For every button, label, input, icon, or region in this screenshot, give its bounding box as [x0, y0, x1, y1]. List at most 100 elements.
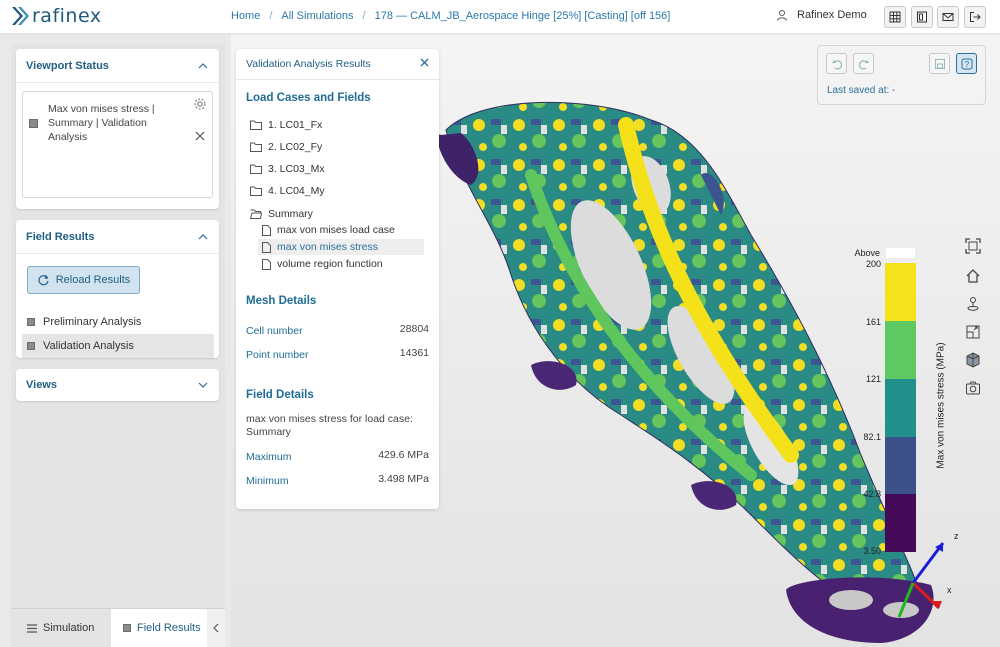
tree-folder-lc03[interactable]: 3. LC03_Mx	[250, 161, 325, 177]
save-button[interactable]	[929, 53, 950, 74]
redo-button[interactable]	[853, 53, 874, 74]
tab-field-results[interactable]: Field Results	[111, 609, 207, 647]
tree-field-label: max von mises load case	[277, 224, 395, 236]
user-icon	[777, 10, 787, 21]
chevron-down-icon[interactable]	[197, 379, 209, 391]
minimum-value: 3.498 MPa	[378, 473, 429, 485]
fit-view-icon	[965, 238, 981, 254]
tree-field-max-von-mises-stress[interactable]: max von mises stress	[258, 239, 424, 255]
last-saved-status: Last saved at: -	[827, 85, 896, 96]
table-view-button[interactable]	[884, 6, 906, 28]
collapse-panel-button[interactable]	[207, 609, 225, 647]
close-icon[interactable]	[195, 131, 205, 144]
load-cases-title: Load Cases and Fields	[246, 92, 371, 104]
top-bar: rafinex Home / All Simulations / 178 — C…	[0, 0, 1000, 34]
save-icon	[934, 58, 945, 69]
home-view-button[interactable]	[963, 266, 983, 286]
chevron-left-icon	[213, 623, 219, 633]
gear-icon[interactable]	[193, 97, 207, 114]
logout-icon	[970, 12, 981, 22]
logout-button[interactable]	[964, 6, 986, 28]
entry-color-swatch	[29, 119, 38, 128]
tree-folder-lc04[interactable]: 4. LC04_My	[250, 183, 325, 199]
tree-field-max-von-mises-load-case[interactable]: max von mises load case	[262, 222, 395, 238]
reload-results-button[interactable]: Reload Results	[27, 266, 140, 294]
validation-results-panel: Validation Analysis Results Load Cases a…	[236, 49, 439, 509]
document-icon	[917, 11, 927, 23]
tree-field-volume-region-function[interactable]: volume region function	[262, 256, 383, 272]
folder-open-icon	[250, 209, 262, 219]
reset-view-icon	[967, 297, 979, 311]
field-results-header[interactable]: Field Results	[16, 220, 219, 254]
perspective-icon	[966, 352, 980, 368]
tree-folder-lc02[interactable]: 2. LC02_Fy	[250, 139, 322, 155]
legend-tick: 82.1	[863, 432, 881, 442]
tree-folder-label: 2. LC02_Fy	[268, 141, 323, 153]
field-results-card: Field Results Reload Results Preliminary…	[16, 220, 219, 358]
field-result-label: Validation Analysis	[43, 340, 134, 352]
help-icon: ?	[961, 58, 972, 69]
undo-icon	[831, 59, 842, 69]
close-icon[interactable]	[420, 58, 429, 70]
mail-button[interactable]	[937, 6, 959, 28]
breadcrumb-current-simulation[interactable]: 178 — CALM_JB_Aerospace Hinge [25%] [Cas…	[375, 10, 671, 22]
tree-folder-label: Summary	[268, 208, 313, 220]
field-results-tab-icon	[123, 624, 131, 632]
field-result-label: Preliminary Analysis	[43, 316, 142, 328]
legend-color-bar	[885, 263, 916, 552]
legend-title: Max von mises stress (MPa)	[935, 342, 947, 469]
tree-field-label: max von mises stress	[277, 241, 378, 253]
legend-tick: 161	[865, 317, 881, 327]
user-name: Rafinex Demo	[797, 9, 867, 21]
rafinex-logo[interactable]: rafinex	[10, 5, 102, 27]
field-result-preliminary[interactable]: Preliminary Analysis	[22, 310, 214, 334]
viewport-status-header[interactable]: Viewport Status	[16, 49, 219, 83]
home-icon	[966, 269, 980, 283]
perspective-button[interactable]	[963, 350, 983, 370]
breadcrumb-home[interactable]: Home	[231, 10, 260, 22]
folder-icon	[250, 186, 262, 196]
view-cube-button[interactable]	[963, 322, 983, 342]
mesh-details-title: Mesh Details	[246, 295, 317, 307]
mail-icon	[942, 13, 954, 21]
document-button[interactable]	[911, 6, 933, 28]
cell-number-label: Cell number	[246, 325, 303, 337]
screenshot-button[interactable]	[963, 378, 983, 398]
file-icon	[262, 241, 271, 253]
history-box: ? Last saved at: -	[817, 45, 986, 105]
reset-view-button[interactable]	[963, 294, 983, 314]
point-number-value: 14361	[399, 347, 429, 359]
breadcrumb-separator: /	[269, 10, 273, 22]
field-result-validation[interactable]: Validation Analysis	[22, 334, 214, 358]
field-details-description: max von mises stress for load case: Summ…	[246, 413, 413, 438]
chevron-up-icon[interactable]	[197, 60, 209, 72]
views-card[interactable]: Views	[16, 369, 219, 401]
help-button[interactable]: ?	[956, 53, 977, 74]
undo-button[interactable]	[826, 53, 847, 74]
file-icon	[262, 258, 271, 270]
tab-simulation[interactable]: Simulation	[11, 609, 111, 647]
breadcrumb-separator: /	[362, 10, 366, 22]
view-cube-icon	[966, 325, 980, 339]
views-header[interactable]: Views	[16, 369, 219, 401]
bottom-tabs: Simulation Field Results	[11, 608, 225, 647]
table-icon	[889, 11, 901, 23]
axis-x-label: x	[947, 585, 952, 595]
tree-folder-lc01[interactable]: 1. LC01_Fx	[250, 117, 322, 133]
breadcrumb: Home / All Simulations / 178 — CALM_JB_A…	[231, 10, 670, 22]
minimum-label: Minimum	[246, 475, 289, 487]
tree-folder-summary[interactable]: Summary	[250, 206, 313, 222]
breadcrumb-all-simulations[interactable]: All Simulations	[281, 10, 353, 22]
user-menu[interactable]: Rafinex Demo	[776, 9, 867, 21]
legend-band-yellow	[885, 263, 916, 321]
viewport-status-title: Viewport Status	[26, 59, 109, 72]
fit-view-button[interactable]	[963, 236, 983, 256]
brand-name: rafinex	[32, 5, 102, 27]
result-swatch	[27, 342, 35, 350]
folder-icon	[250, 120, 262, 130]
legend-band-green	[885, 321, 916, 379]
chevron-up-icon[interactable]	[197, 231, 209, 243]
axis-z-label: z	[954, 531, 959, 541]
legend-band-purple	[885, 494, 916, 552]
left-panel: Viewport Status Max von mises stress | S…	[11, 44, 225, 647]
